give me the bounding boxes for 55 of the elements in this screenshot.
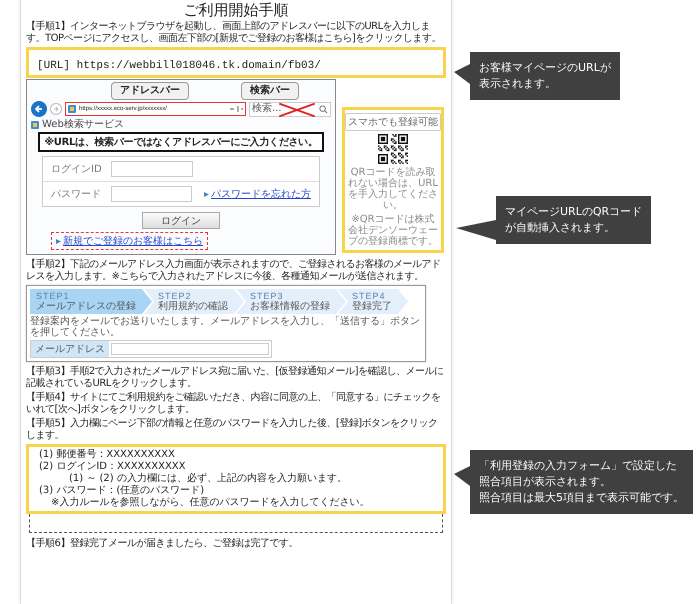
- step-text: 【手順5】入力欄にページ下部の情報と任意のパスワードを入力した後、[登録]ボタンをクリックします。: [26, 418, 439, 441]
- step-caption: お客様情報の登録: [250, 301, 330, 312]
- search-icon: [319, 104, 328, 114]
- address-bar-balloon: アドレスバー: [111, 82, 189, 100]
- input-field[interactable]: [111, 161, 193, 177]
- email-field[interactable]: メールアドレス: [30, 340, 272, 358]
- instruction-text: 登録案内をメールでお送りいたします。メールアドレスを入力し、「送信する」ボタンを押してください。: [30, 316, 421, 338]
- login-button[interactable]: ログイン: [142, 212, 220, 229]
- step-caption: 登録完了: [352, 301, 392, 312]
- warning-note: ※URLは、検索バーではなくアドレスバーにご入力ください。: [38, 132, 324, 152]
- input-field[interactable]: [110, 186, 192, 202]
- search-placeholder: 検索...: [252, 103, 282, 115]
- step-number: STEP3: [250, 291, 284, 301]
- callout-text: お客様マイページのURLが: [479, 60, 611, 76]
- register-link[interactable]: 新規でご登録のお客様はこちら: [56, 234, 203, 248]
- search-bar[interactable]: 検索...: [249, 102, 331, 116]
- info-line: (1) ～ (2) の入力欄には、必ず、上記の内容を入力願います。: [68, 473, 348, 484]
- search-bar-balloon: 検索バー: [241, 82, 299, 100]
- page-title: ご利用開始手順: [182, 0, 290, 20]
- step-text: 【手順6】登録完了メールが届きましたら、ご登録は完了です。: [26, 538, 299, 550]
- page-icon: [68, 105, 76, 113]
- info-line: (3) パスワード：(任意のパスワード): [39, 485, 206, 496]
- step-number: STEP4: [352, 291, 387, 301]
- email-label: メールアドレス: [31, 341, 109, 357]
- qr-label: スマホでも登録可能: [345, 113, 441, 131]
- step-text: 【手順2】下記のメールアドレス入力画面が表示されますので、ご登録されるお客様のメールアドレスを入力します。※こちらで入力されたアドレスに今後、各種通知メールが送信されます。: [26, 259, 442, 282]
- step-caption: 利用規約の確認: [158, 301, 228, 312]
- back-icon[interactable]: [31, 101, 47, 117]
- browser-tab[interactable]: Web検索サービス: [42, 118, 124, 130]
- callout-text: 照合項目は最大5項目まで表示可能です。: [479, 490, 684, 506]
- info-line: ※入力ルールを参照しながら、任意のパスワードを入力してください。: [50, 497, 370, 509]
- triangle-icon: [204, 192, 209, 196]
- trademark-note: ※QRコードは株式会社デンソーウェーブの登録商標です。: [348, 214, 438, 247]
- callout-text: が自動挿入されます。: [505, 220, 616, 236]
- qr-note: QRコードを読み取れない場合は、URLを手入力してください。: [348, 167, 438, 211]
- triangle-icon: [56, 238, 61, 244]
- info-line: (1) 郵便番号：XXXXXXXXXX: [39, 449, 176, 461]
- step-text: 【手順4】サイトにてご利用規約をご確認いただき、内容に同意の上、「同意する」にチェックをいれて[次へ]ボタンをクリックします。: [26, 392, 442, 415]
- forward-icon[interactable]: [50, 103, 62, 115]
- info-line: (2) ログインID：XXXXXXXXXX: [39, 461, 186, 472]
- qr-code-drawing: [378, 134, 408, 164]
- callout-text: 照合項目が表示されます。: [479, 474, 612, 490]
- field-label: ログインID: [51, 163, 103, 176]
- callout-text: 表示されます。: [479, 76, 557, 92]
- step-text: 【手順1】インターネットブラウザを起動し、画面上部のアドレスバーに以下のURLを入力します。TOPページにアクセスし、画面左下部の[新規でご登録のお客様はこちら]をクリックします。: [26, 21, 442, 44]
- forgot-password-link[interactable]: パスワードを忘れた方: [204, 187, 311, 201]
- url-text: [URL] https://webbill018046.tk.domain/fb03/: [37, 60, 321, 72]
- step-number: STEP2: [158, 291, 193, 301]
- step-caption: メールアドレスの登録: [36, 301, 136, 312]
- callout-text: 「利用登録の入力フォーム」で設定した: [479, 458, 678, 474]
- callout-text: マイページURLのQRコード: [505, 204, 642, 220]
- step-text: 【手順3】手順2で入力されたメールアドレス宛に届いた、[仮登録通知メール]を確認し、メールに記載されているURLをクリックします。: [26, 366, 445, 389]
- step-number: STEP1: [36, 291, 71, 301]
- page-icon: [31, 120, 39, 128]
- field-label: パスワード: [51, 188, 102, 201]
